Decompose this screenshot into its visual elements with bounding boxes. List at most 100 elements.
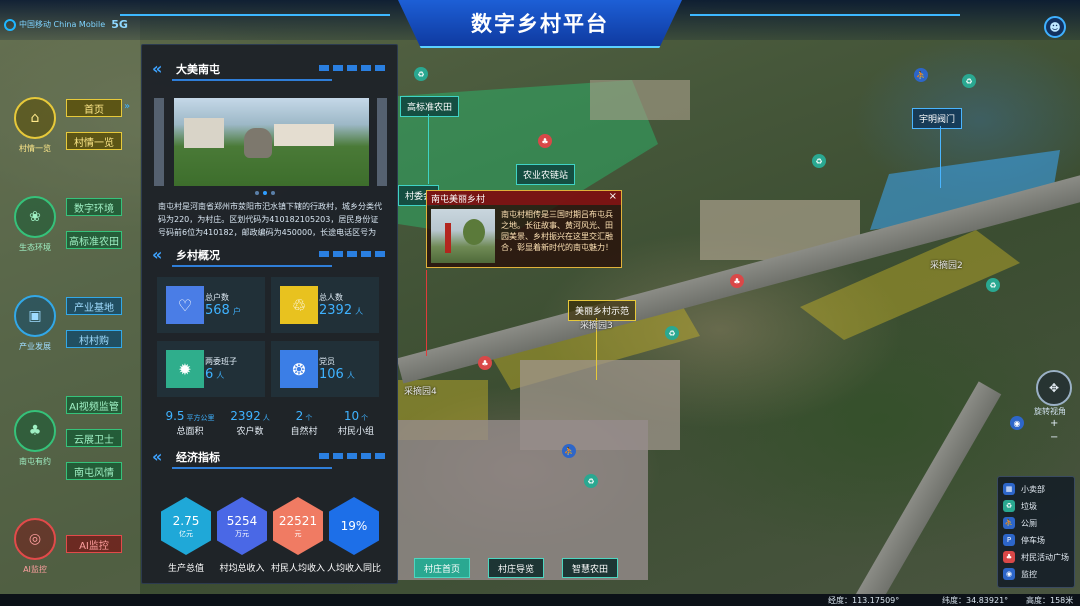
nav-appointment-icon[interactable]: ♣ xyxy=(14,410,56,452)
nav-button-scenery[interactable]: 南屯风情 xyxy=(66,462,122,480)
china-mobile-logo-icon xyxy=(4,18,16,31)
legend-label: 监控 xyxy=(1021,569,1037,579)
stat-number: 6 xyxy=(205,367,214,382)
nav-ai-monitor-icon[interactable]: ◎ xyxy=(14,518,56,560)
map-label-yuming-gate[interactable]: 宇明阀门 xyxy=(912,108,963,129)
label-stem xyxy=(940,126,941,188)
stat-unit: 户 xyxy=(232,307,241,316)
legend-row[interactable]: ◉ 监控 xyxy=(1003,568,1037,580)
poi-camera-icon[interactable]: ◉ xyxy=(1010,416,1024,430)
mini-stat-natural-villages: 2个 自然村 xyxy=(274,409,334,437)
shell-icon: ❂ xyxy=(280,350,318,388)
section-label: 经济指标 xyxy=(176,451,220,464)
legend-label: 小卖部 xyxy=(1021,484,1045,494)
carousel-dot[interactable] xyxy=(263,191,267,195)
nav-button-home[interactable]: 首页 xyxy=(66,99,122,117)
stat-population: ♲ 总人数 2392 人 xyxy=(271,277,379,333)
stat-value: 106 人 xyxy=(319,367,355,382)
nav-button-ai-monitor[interactable]: AI监控 xyxy=(66,535,122,553)
popup-title: 南屯美丽乡村 xyxy=(431,195,486,205)
nav-button-ai-video[interactable]: AI视频监管 xyxy=(66,396,122,414)
mini-stat-value: 10 个 xyxy=(326,409,386,423)
nav-button-digital-env[interactable]: 数字环境 xyxy=(66,198,122,216)
nav-caption: 生态环境 xyxy=(19,243,51,252)
logo-text: 中国移动 China Mobile xyxy=(19,19,106,29)
hex-value: 5254 xyxy=(226,513,258,528)
legend-label: 停车场 xyxy=(1021,535,1045,545)
mini-unit: 平方公里 xyxy=(186,414,215,422)
zoom-in-button[interactable]: + xyxy=(1050,418,1058,429)
map-label-farmland[interactable]: 高标准农田 xyxy=(400,96,460,117)
mini-unit: 人 xyxy=(262,414,270,422)
hex-value: 2.75 xyxy=(172,513,200,528)
stat-number: 2392 xyxy=(319,303,353,318)
compass-control[interactable]: ✥ xyxy=(1036,370,1072,406)
poi-trash-icon[interactable]: ♻ xyxy=(812,154,826,168)
legend-row[interactable]: P 停车场 xyxy=(1003,534,1045,546)
close-icon[interactable]: × xyxy=(609,191,617,202)
poi-toilet-icon[interactable]: ⛹ xyxy=(562,444,576,458)
mini-label: 自然村 xyxy=(290,427,318,437)
poi-plaza-icon[interactable]: ♣ xyxy=(730,274,744,288)
hex-village-income: 5254 万元 xyxy=(217,497,267,555)
legend-label: 公厕 xyxy=(1021,518,1037,528)
legend-row[interactable]: ♣ 村民活动广场 xyxy=(1003,551,1069,563)
tab-village-home[interactable]: 村庄首页 xyxy=(414,558,470,578)
hex-unit: 万元 xyxy=(235,529,249,538)
village-photo[interactable] xyxy=(174,98,369,186)
nav-button-village-overview[interactable]: 村情一览 xyxy=(66,132,122,150)
popup-image xyxy=(431,209,495,263)
legend-row[interactable]: ⛹ 公厕 xyxy=(1003,517,1037,529)
nav-environment-icon[interactable]: ❀ xyxy=(14,196,56,238)
carousel-next-button[interactable] xyxy=(377,98,387,186)
tab-smart-farm[interactable]: 智慧农田 xyxy=(562,558,618,578)
heart-icon: ♡ xyxy=(166,286,204,324)
user-avatar-button[interactable]: ☻ xyxy=(1044,16,1066,38)
section-label: 大美南屯 xyxy=(176,63,220,76)
tab-village-tour[interactable]: 村庄导览 xyxy=(488,558,544,578)
highway xyxy=(848,381,1002,606)
stat-unit: 人 xyxy=(216,371,225,380)
carousel-dot[interactable] xyxy=(255,191,259,195)
zoom-out-button[interactable]: − xyxy=(1050,432,1058,443)
poi-trash-icon[interactable]: ♻ xyxy=(584,474,598,488)
poi-trash-icon[interactable]: ♻ xyxy=(962,74,976,88)
expand-arrows-icon[interactable]: » xyxy=(124,101,130,112)
hex-value: 19% xyxy=(340,518,368,533)
legend-row[interactable]: ♻ 垃圾 xyxy=(1003,500,1037,512)
mini-label: 农户数 xyxy=(236,427,264,437)
hex-value: 22521 xyxy=(278,513,318,528)
nav-button-cloud-guard[interactable]: 云展卫士 xyxy=(66,429,122,447)
poi-trash-icon[interactable]: ♻ xyxy=(665,326,679,340)
divider xyxy=(172,79,332,81)
poi-trash-icon[interactable]: ♻ xyxy=(986,278,1000,292)
poi-trash-icon[interactable]: ♻ xyxy=(414,67,428,81)
hex-gdp: 2.75 亿元 xyxy=(161,497,211,555)
mini-label: 村民小组 xyxy=(337,427,374,437)
poi-toilet-icon[interactable]: ⛹ xyxy=(914,68,928,82)
nav-caption: 产业发展 xyxy=(19,342,51,351)
mini-number: 2392 xyxy=(230,409,261,423)
decoration xyxy=(319,251,389,257)
logo-5g: 5G xyxy=(111,18,128,31)
mini-label: 总面积 xyxy=(176,427,204,437)
carousel-dot[interactable] xyxy=(271,191,275,195)
latitude-readout: 纬度：34.83921° xyxy=(942,596,1009,605)
hex-unit: 亿元 xyxy=(179,529,193,538)
poi-plaza-icon[interactable]: ♣ xyxy=(478,356,492,370)
poi-plaza-icon[interactable]: ♣ xyxy=(538,134,552,148)
nav-industry-icon[interactable]: ▣ xyxy=(14,295,56,337)
carousel-prev-button[interactable] xyxy=(154,98,164,186)
legend-row[interactable]: ▦ 小卖部 xyxy=(1003,483,1045,495)
mini-number: 2 xyxy=(295,409,304,423)
nav-village-icon[interactable]: ⌂ xyxy=(14,97,56,139)
mini-unit: 个 xyxy=(361,414,369,422)
nav-button-industry-base[interactable]: 产业基地 xyxy=(66,297,122,315)
stat-label: 总人数 xyxy=(319,293,343,302)
nav-button-village-shop[interactable]: 村村购 xyxy=(66,330,122,348)
map-label-agri-station[interactable]: 农业农链站 xyxy=(516,164,576,185)
mini-unit: 个 xyxy=(305,414,313,422)
photo-building xyxy=(184,118,224,148)
stat-party-members: ❂ 党员 106 人 xyxy=(271,341,379,397)
nav-button-farmland[interactable]: 高标准农田 xyxy=(66,231,122,249)
